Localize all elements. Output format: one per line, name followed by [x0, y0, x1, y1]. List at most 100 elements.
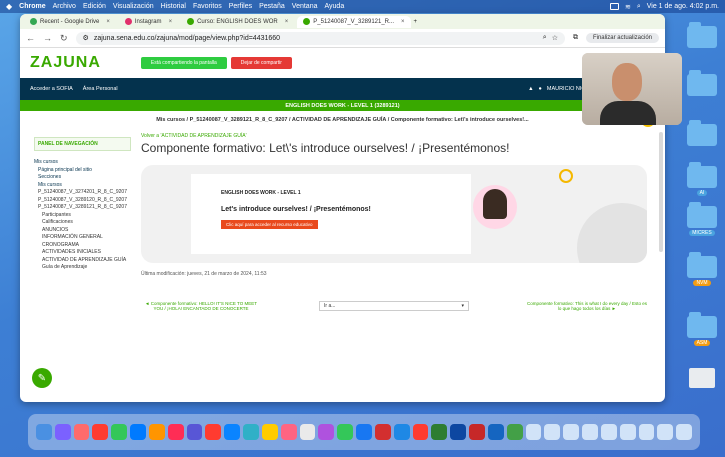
nav-sofia-link[interactable]: Acceder a SOFIA [30, 86, 73, 92]
sidebar-item-course[interactable]: P_51240087_V_3289121_R_8_C_9207 [34, 204, 131, 212]
app-icon[interactable] [224, 424, 241, 440]
tab-course[interactable]: Curso: ENGLISH DOES WOR × [181, 16, 294, 28]
chrome-icon[interactable] [111, 424, 128, 440]
sidebar-item-participants[interactable]: Participantes [34, 212, 131, 220]
desktop-file[interactable] [684, 368, 720, 390]
scrollbar[interactable] [659, 132, 663, 252]
url-field[interactable]: ⚙ zajuna.sena.edu.co/zajuna/mod/page/vie… [75, 31, 565, 45]
sidebar-item-my-courses-sub[interactable]: Mis cursos [34, 182, 131, 190]
close-icon[interactable]: × [401, 19, 405, 25]
sidebar-item-sections[interactable]: Secciones [34, 174, 131, 182]
desktop-folder-micres[interactable]: MICRES [684, 202, 720, 236]
menu-visualizacion[interactable]: Visualización [113, 3, 154, 10]
sidebar-item-general-info[interactable]: INFORMACIÓN GENERAL [34, 234, 131, 242]
app-icon[interactable] [450, 424, 467, 440]
app-icon[interactable] [525, 424, 542, 440]
desktop-folder[interactable] [684, 22, 720, 50]
previous-activity-link[interactable]: ◄ Componente formativo: HELLO! IT'S NICE… [141, 301, 261, 311]
sidebar-item-learning-guide[interactable]: Guía de Aprendizaje [34, 264, 131, 272]
app-icon[interactable] [638, 424, 655, 440]
bookmark-star-icon[interactable]: ☆ [552, 34, 558, 42]
bell-icon[interactable]: ▲ [528, 86, 533, 92]
forward-arrow-icon[interactable]: → [43, 33, 52, 43]
app-icon[interactable] [469, 424, 485, 440]
sidebar-item-my-courses[interactable]: Mis cursos [34, 159, 131, 167]
app-icon[interactable] [487, 424, 504, 440]
desktop-folder[interactable] [684, 70, 720, 98]
trash-icon[interactable] [676, 424, 692, 440]
sidebar-item-learning-activity[interactable]: ACTIVIDAD DE APRENDIZAJE GUÍA [34, 257, 131, 265]
nav-personal-area-link[interactable]: Área Personal [83, 86, 118, 92]
chat-icon[interactable]: ● [539, 86, 542, 92]
sidebar-item-announcements[interactable]: ANUNCIOS [34, 227, 131, 235]
app-icon[interactable] [657, 424, 674, 440]
menu-favoritos[interactable]: Favoritos [193, 3, 222, 10]
sidebar-item-course[interactable]: P_51240087_V_3274201_R_8_C_9207 [34, 189, 131, 197]
desktop-folder-nvm[interactable]: NVM [684, 252, 720, 286]
jump-to-select[interactable]: Ir a... ▾ [319, 301, 469, 311]
app-icon[interactable] [73, 424, 90, 440]
sidebar-item-home[interactable]: Página principal del sitio [34, 167, 131, 175]
back-link[interactable]: Volver a 'ACTIVIDAD DE APRENDIZAJE GUÍA' [141, 133, 647, 139]
launchpad-icon[interactable] [54, 424, 71, 440]
sidebar-item-grades[interactable]: Calificaciones [34, 219, 131, 227]
app-icon[interactable] [167, 424, 184, 440]
stop-sharing-button[interactable]: Dejar de compartir [230, 57, 292, 69]
menu-perfiles[interactable]: Perfiles [229, 3, 252, 10]
app-icon[interactable] [280, 424, 297, 440]
app-icon[interactable] [243, 424, 259, 440]
menubar-app-name[interactable]: Chrome [19, 3, 45, 10]
finder-icon[interactable] [36, 424, 52, 440]
apple-icon[interactable]: ◆ [6, 2, 12, 11]
zajuna-logo[interactable]: ZAJUNA [30, 54, 101, 72]
back-arrow-icon[interactable]: ← [26, 33, 35, 43]
app-icon[interactable] [506, 424, 523, 440]
sidebar-item-initial-activities[interactable]: ACTIVIDADES INICIALES [34, 249, 131, 257]
desktop-folder-asm[interactable]: ASM [684, 312, 720, 346]
reload-icon[interactable]: ↻ [60, 33, 68, 44]
zoom-icon[interactable]: ⌕ [543, 34, 547, 42]
app-icon[interactable] [412, 424, 429, 440]
screen-share-icon[interactable] [609, 3, 619, 10]
webcam-overlay[interactable] [582, 53, 682, 125]
menu-pestana[interactable]: Pestaña [259, 3, 285, 10]
desktop-folder[interactable] [684, 120, 720, 148]
new-tab-button[interactable]: + [414, 19, 418, 25]
app-icon[interactable] [374, 424, 391, 440]
app-icon[interactable] [318, 424, 335, 440]
menubar-clock[interactable]: Vie 1 de ago. 4:02 p.m. [647, 3, 719, 10]
sidebar-item-course[interactable]: P_51240087_V_3289120_R_8_C_9207 [34, 197, 131, 205]
site-info-icon[interactable]: ⚙ [83, 34, 89, 42]
menu-ayuda[interactable]: Ayuda [324, 3, 344, 10]
menu-archivo[interactable]: Archivo [53, 3, 76, 10]
update-button[interactable]: Finalizar actualización [585, 33, 659, 43]
search-icon[interactable]: ⌕ [637, 3, 641, 11]
app-icon[interactable] [299, 424, 316, 440]
tab-google-drive[interactable]: Recent - Google Drive × [24, 16, 116, 28]
app-icon[interactable] [393, 424, 410, 440]
app-icon[interactable] [563, 424, 580, 440]
extensions-icon[interactable]: ⧉ [573, 34, 578, 42]
app-icon[interactable] [544, 424, 561, 440]
app-icon[interactable] [600, 424, 617, 440]
app-icon[interactable] [148, 424, 165, 440]
app-icon[interactable] [261, 424, 278, 440]
close-icon[interactable]: × [285, 19, 289, 25]
app-icon[interactable] [619, 424, 636, 440]
menu-historial[interactable]: Historial [161, 3, 186, 10]
app-icon[interactable] [92, 424, 109, 440]
tab-instagram[interactable]: Instagram × [119, 16, 178, 28]
sidebar-item-schedule[interactable]: CRONOGRAMA [34, 242, 131, 250]
app-icon[interactable] [186, 424, 203, 440]
tab-active-page[interactable]: P_51240087_V_3289121_R... × [297, 15, 411, 28]
menu-edicion[interactable]: Edición [83, 3, 106, 10]
desktop-folder-ai[interactable]: AI [684, 162, 720, 196]
close-icon[interactable]: × [106, 19, 110, 25]
app-icon[interactable] [582, 424, 598, 440]
app-icon[interactable] [431, 424, 448, 440]
app-icon[interactable] [356, 424, 372, 440]
app-icon[interactable] [130, 424, 146, 440]
breadcrumb-text[interactable]: Mis cursos / P_51240087_V_3289121_R_8_C_… [156, 117, 528, 123]
resource-access-button[interactable]: Clic aquí para acceder al recurso educat… [221, 220, 318, 229]
menu-ventana[interactable]: Ventana [292, 3, 318, 10]
